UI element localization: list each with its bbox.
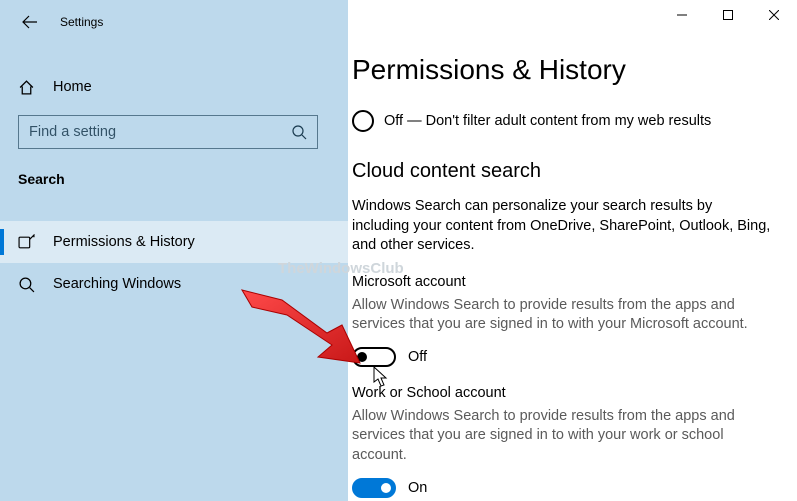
search-box[interactable] (18, 115, 318, 149)
toggle-microsoft-account[interactable] (352, 347, 396, 367)
minimize-button[interactable] (659, 0, 705, 30)
toggle-row-work-school-account: On (352, 478, 777, 498)
home-icon (18, 79, 35, 96)
minimize-icon (677, 10, 687, 20)
back-button[interactable] (18, 10, 42, 34)
sidebar-section-label: Search (18, 171, 348, 187)
nav-item-permissions-history[interactable]: Permissions & History (0, 221, 348, 263)
setting-title-work-school-account: Work or School account (352, 385, 777, 401)
safesearch-off-radio[interactable]: Off — Don't filter adult content from my… (352, 110, 777, 132)
maximize-icon (723, 10, 733, 20)
nav-home[interactable]: Home (0, 67, 348, 107)
back-arrow-icon (22, 14, 38, 30)
section-heading-cloud-content: Cloud content search (352, 160, 777, 183)
nav-item-label: Searching Windows (53, 276, 181, 292)
main-content: Permissions & History Off — Don't filter… (348, 0, 797, 501)
close-button[interactable] (751, 0, 797, 30)
maximize-button[interactable] (705, 0, 751, 30)
nav-home-label: Home (53, 79, 92, 95)
page-title: Permissions & History (352, 54, 777, 86)
search-icon (291, 124, 307, 140)
toggle-work-school-account[interactable] (352, 478, 396, 498)
nav-item-searching-windows[interactable]: Searching Windows (0, 263, 348, 305)
setting-desc-work-school-account: Allow Windows Search to provide results … (352, 407, 777, 466)
search-windows-icon (18, 276, 35, 293)
nav-item-label: Permissions & History (53, 234, 195, 250)
close-icon (769, 10, 779, 20)
search-input[interactable] (29, 124, 291, 140)
window-title: Settings (60, 15, 103, 29)
setting-title-microsoft-account: Microsoft account (352, 274, 777, 290)
toggle-state-label: On (408, 480, 427, 496)
titlebar-left: Settings (0, 7, 348, 37)
setting-desc-microsoft-account: Allow Windows Search to provide results … (352, 296, 777, 335)
toggle-state-label: Off (408, 349, 427, 365)
caption-buttons (659, 0, 797, 30)
toggle-row-microsoft-account: Off (352, 347, 777, 367)
sidebar: Settings Home Search Permissions & Histo… (0, 0, 348, 501)
permissions-icon (18, 234, 35, 251)
radio-label: Off — Don't filter adult content from my… (384, 113, 711, 129)
nav-list: Permissions & History Searching Windows (0, 221, 348, 305)
section-description: Windows Search can personalize your sear… (352, 197, 772, 256)
radio-icon (352, 110, 374, 132)
